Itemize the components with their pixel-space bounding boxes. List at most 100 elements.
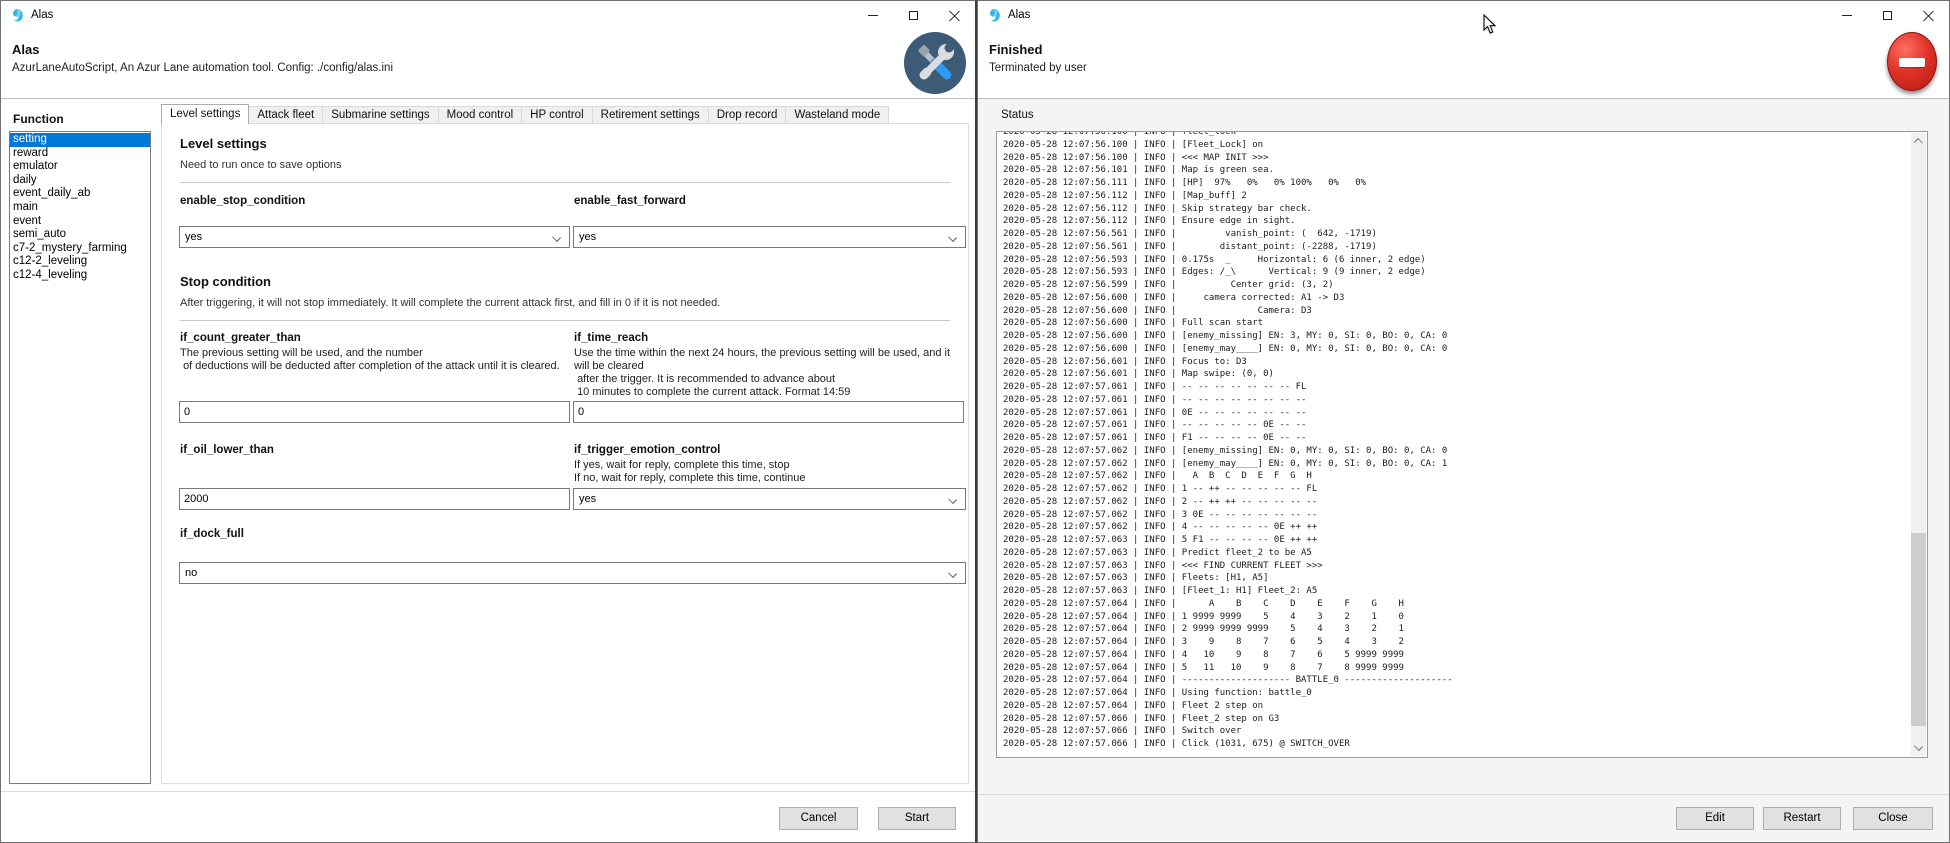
log-line: 2020-05-28 12:07:57.064 | INFO | 5 11 10…: [1003, 662, 1909, 675]
settings-tab[interactable]: Drop record: [709, 106, 787, 124]
minimize-icon: [1842, 15, 1852, 16]
log-line: 2020-05-28 12:07:57.061 | INFO | F1 -- -…: [1003, 432, 1909, 445]
log-line: 2020-05-28 12:07:57.064 | INFO | 4 10 9 …: [1003, 649, 1909, 662]
settings-tab[interactable]: Mood control: [439, 106, 522, 124]
minimize-button[interactable]: [1826, 1, 1867, 29]
titlebar[interactable]: Alas: [978, 1, 1949, 29]
header-divider: [1, 98, 975, 99]
enable-fast-forward-select[interactable]: yes: [573, 226, 966, 248]
chevron-down-icon: [552, 233, 561, 242]
maximize-icon: [909, 11, 918, 20]
titlebar[interactable]: Alas: [1, 1, 975, 29]
log-line: 2020-05-28 12:07:57.062 | INFO | 2 -- ++…: [1003, 496, 1909, 509]
log-line: 2020-05-28 12:07:57.062 | INFO | A B C D…: [1003, 470, 1909, 483]
log-output[interactable]: 2020-05-28 12:07:56.100 | INFO | fleet_l…: [996, 131, 1928, 758]
maximize-button[interactable]: [893, 1, 934, 29]
log-line: 2020-05-28 12:07:56.112 | INFO | [Map_bu…: [1003, 190, 1909, 203]
restart-button[interactable]: Restart: [1763, 807, 1841, 830]
function-list-item[interactable]: daily: [10, 174, 150, 188]
log-line: 2020-05-28 12:07:57.063 | INFO | Predict…: [1003, 547, 1909, 560]
run-state-subtitle: Terminated by user: [989, 62, 1087, 74]
footer-divider: [1, 791, 975, 792]
settings-tab[interactable]: Wasteland mode: [786, 106, 889, 124]
log-line: 2020-05-28 12:07:57.063 | INFO | <<< FIN…: [1003, 560, 1909, 573]
if-dock-full-select[interactable]: no: [179, 562, 966, 584]
scrollbar-thumb[interactable]: [1911, 533, 1926, 726]
field-label-enable-fast-forward: enable_fast_forward: [574, 195, 966, 207]
function-list-item[interactable]: reward: [10, 147, 150, 161]
function-list-item[interactable]: event_daily_ab: [10, 187, 150, 201]
close-icon: [949, 10, 960, 21]
app-subtitle: AzurLaneAutoScript, An Azur Lane automat…: [12, 62, 393, 74]
log-line: 2020-05-28 12:07:57.066 | INFO | Click (…: [1003, 738, 1909, 751]
log-line: 2020-05-28 12:07:57.064 | INFO | -------…: [1003, 674, 1909, 687]
if-count-greater-than-input[interactable]: [179, 401, 570, 423]
settings-tab[interactable]: Submarine settings: [323, 106, 438, 124]
if-time-reach-input[interactable]: [573, 401, 964, 423]
log-line: 2020-05-28 12:07:56.112 | INFO | Ensure …: [1003, 215, 1909, 228]
window-title: Alas: [1008, 9, 1030, 21]
log-line: 2020-05-28 12:07:57.063 | INFO | 5 F1 --…: [1003, 534, 1909, 547]
if-trigger-emotion-control-select[interactable]: yes: [573, 488, 966, 510]
settings-tab-bar: Level settings Attack fleet Submarine se…: [161, 104, 889, 124]
divider: [180, 320, 950, 321]
start-button[interactable]: Start: [878, 807, 956, 830]
config-window: Alas Alas AzurLaneAutoScript, An Azur La…: [0, 0, 977, 843]
log-line: 2020-05-28 12:07:57.064 | INFO | 3 9 8 7…: [1003, 636, 1909, 649]
log-scrollbar[interactable]: [1911, 133, 1926, 756]
function-list-item[interactable]: main: [10, 201, 150, 215]
divider: [180, 182, 950, 183]
log-line: 2020-05-28 12:07:57.062 | INFO | 1 -- ++…: [1003, 483, 1909, 496]
minimize-button[interactable]: [852, 1, 893, 29]
function-list-item[interactable]: event: [10, 215, 150, 229]
if-oil-lower-than-input[interactable]: [179, 488, 570, 510]
log-line: 2020-05-28 12:07:56.100 | INFO | [Fleet_…: [1003, 139, 1909, 152]
section-title: Level settings: [180, 136, 267, 151]
close-button[interactable]: [934, 1, 975, 29]
run-state-title: Finished: [989, 42, 1042, 57]
log-lines: 2020-05-28 12:07:56.100 | INFO | fleet_l…: [1003, 131, 1909, 751]
field-label-if-dock-full: if_dock_full: [180, 528, 570, 540]
log-line: 2020-05-28 12:07:56.601 | INFO | Focus t…: [1003, 356, 1909, 369]
alas-logo-icon: [987, 8, 1002, 23]
field-label-enable-stop-condition: enable_stop_condition: [180, 195, 570, 207]
log-line: 2020-05-28 12:07:57.064 | INFO | A B C D…: [1003, 598, 1909, 611]
settings-tab[interactable]: Retirement settings: [593, 106, 709, 124]
selected-value: yes: [579, 493, 596, 505]
settings-tab[interactable]: HP control: [522, 106, 592, 124]
if-count-greater-than-desc: The previous setting will be used, and t…: [180, 347, 570, 373]
edit-button[interactable]: Edit: [1676, 807, 1754, 830]
scroll-down-icon[interactable]: [1914, 742, 1923, 751]
log-line: 2020-05-28 12:07:56.100 | INFO | fleet_l…: [1003, 131, 1909, 139]
function-list-item[interactable]: c12-2_leveling: [10, 255, 150, 269]
footer-divider: [978, 794, 1949, 795]
chevron-down-icon: [948, 495, 957, 504]
function-list-item[interactable]: c7-2_mystery_farming: [10, 242, 150, 256]
log-line: 2020-05-28 12:07:57.062 | INFO | [enemy_…: [1003, 458, 1909, 471]
close-button[interactable]: [1908, 1, 1949, 29]
function-list-item[interactable]: emulator: [10, 160, 150, 174]
log-line: 2020-05-28 12:07:56.100 | INFO | <<< MAP…: [1003, 152, 1909, 165]
wrench-screwdriver-icon: [904, 32, 966, 94]
status-label: Status: [1001, 109, 1034, 121]
no-entry-icon: [1899, 58, 1925, 67]
function-list-item[interactable]: semi_auto: [10, 228, 150, 242]
log-line: 2020-05-28 12:07:57.062 | INFO | 4 -- --…: [1003, 521, 1909, 534]
function-list-item[interactable]: setting: [10, 133, 150, 147]
log-line: 2020-05-28 12:07:57.062 | INFO | 3 0E --…: [1003, 509, 1909, 522]
stop-badge: [1887, 32, 1937, 91]
close-icon: [1923, 10, 1934, 21]
close-run-button[interactable]: Close: [1853, 807, 1933, 830]
settings-tab[interactable]: Attack fleet: [249, 106, 323, 124]
log-line: 2020-05-28 12:07:56.593 | INFO | 0.175s …: [1003, 254, 1909, 267]
cancel-button[interactable]: Cancel: [779, 807, 858, 830]
settings-tab[interactable]: Level settings: [161, 104, 249, 124]
enable-stop-condition-select[interactable]: yes: [179, 226, 570, 248]
function-list-item[interactable]: c12-4_leveling: [10, 269, 150, 283]
log-line: 2020-05-28 12:07:57.061 | INFO | -- -- -…: [1003, 381, 1909, 394]
log-line: 2020-05-28 12:07:56.600 | INFO | [enemy_…: [1003, 343, 1909, 356]
maximize-button[interactable]: [1867, 1, 1908, 29]
scroll-up-icon[interactable]: [1914, 138, 1923, 147]
log-line: 2020-05-28 12:07:57.064 | INFO | 2 9999 …: [1003, 623, 1909, 636]
log-line: 2020-05-28 12:07:57.063 | INFO | Fleets:…: [1003, 572, 1909, 585]
